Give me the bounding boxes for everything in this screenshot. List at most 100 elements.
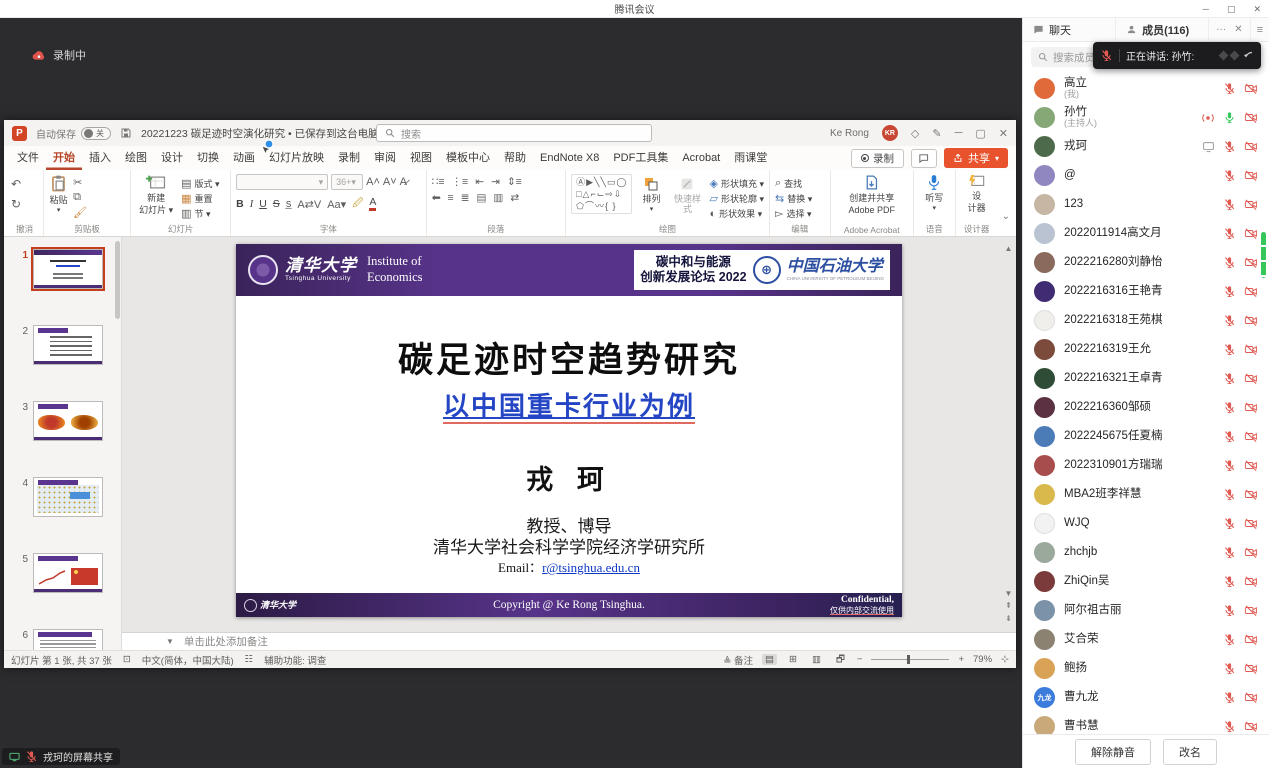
- office-search-input[interactable]: 搜索: [376, 124, 652, 142]
- line-spacing-icon[interactable]: ⇕≡: [507, 176, 522, 188]
- scroll-up-icon[interactable]: ▲: [1005, 243, 1013, 256]
- thumbnail-preview[interactable]: [33, 249, 103, 289]
- comments-button[interactable]: [911, 149, 937, 168]
- slide-thumbnail[interactable]: 5: [16, 553, 121, 593]
- camera-off-icon[interactable]: [1244, 459, 1258, 472]
- mic-muted-icon[interactable]: [1223, 546, 1236, 559]
- email-link[interactable]: r@tsinghua.edu.cn: [542, 560, 640, 575]
- member-row[interactable]: ZhiQin吴: [1023, 567, 1269, 596]
- ribbon-tab[interactable]: 设计: [154, 146, 190, 170]
- mic-muted-icon[interactable]: [1223, 662, 1236, 675]
- thumbnail-scrollbar[interactable]: [115, 241, 120, 319]
- reset-button[interactable]: ▦重置: [181, 192, 219, 205]
- redo-icon[interactable]: ↻: [11, 197, 21, 211]
- member-row[interactable]: 曹书慧: [1023, 712, 1269, 734]
- member-row[interactable]: 高立(我): [1023, 74, 1269, 103]
- ribbon-tab[interactable]: 模板中心: [439, 146, 497, 170]
- mic-muted-icon[interactable]: [1223, 401, 1236, 414]
- mic-muted-icon[interactable]: [1223, 691, 1236, 704]
- slide-canvas[interactable]: 清华大学 Tsinghua University Institute of Ec…: [236, 244, 902, 617]
- mic-muted-icon[interactable]: [1223, 430, 1236, 443]
- ribbon-tab[interactable]: 动画: [226, 146, 262, 170]
- cloud-recording-icon[interactable]: [1201, 112, 1215, 124]
- camera-off-icon[interactable]: [1244, 662, 1258, 675]
- fit-slide-icon[interactable]: ⊹: [1001, 654, 1009, 665]
- member-row[interactable]: 2022310901方瑞瑞: [1023, 451, 1269, 480]
- font-size-select[interactable]: 36+ ▾: [331, 174, 363, 190]
- scroll-down-icon[interactable]: ▼: [1005, 588, 1013, 601]
- ribbon-tab[interactable]: 审阅: [367, 146, 403, 170]
- font-color-icon[interactable]: A: [369, 197, 376, 211]
- restore-icon[interactable]: ▢: [1227, 4, 1236, 15]
- font-name-select[interactable]: ▾: [236, 174, 328, 190]
- member-row[interactable]: @: [1023, 161, 1269, 190]
- mic-muted-icon[interactable]: [1223, 314, 1236, 327]
- slideshow-icon[interactable]: 🗗: [833, 652, 848, 668]
- member-row[interactable]: 2022011914高文月: [1023, 219, 1269, 248]
- share-button[interactable]: 共享 ▾: [944, 148, 1008, 168]
- numbering-icon[interactable]: ⋮≡: [452, 176, 469, 188]
- screen-share-badge[interactable]: 戎珂的屏幕共享: [2, 748, 120, 765]
- camera-off-icon[interactable]: [1244, 517, 1258, 530]
- member-row[interactable]: 2022245675任夏楠: [1023, 422, 1269, 451]
- find-button[interactable]: ⌕查找: [775, 177, 812, 190]
- camera-off-icon[interactable]: [1244, 720, 1258, 733]
- camera-off-icon[interactable]: [1244, 401, 1258, 414]
- change-case-icon[interactable]: Aa▾: [327, 198, 346, 211]
- accessibility-status[interactable]: 辅助功能: 调查: [264, 653, 326, 667]
- align-right-icon[interactable]: ≣: [461, 192, 470, 204]
- paste-button[interactable]: 粘贴▾: [49, 174, 68, 215]
- sharing-screen-icon[interactable]: [1202, 141, 1215, 153]
- camera-off-icon[interactable]: [1244, 82, 1258, 95]
- camera-off-icon[interactable]: [1244, 430, 1258, 443]
- thumbnail-preview[interactable]: [33, 553, 103, 593]
- strikethrough-icon[interactable]: S: [273, 198, 280, 210]
- member-row[interactable]: 鲍扬: [1023, 654, 1269, 683]
- display-settings-icon[interactable]: ⊡: [123, 654, 131, 665]
- camera-off-icon[interactable]: [1244, 488, 1258, 501]
- record-button[interactable]: 录制: [851, 149, 904, 168]
- member-row[interactable]: 戎珂: [1023, 132, 1269, 161]
- camera-off-icon[interactable]: [1244, 372, 1258, 385]
- camera-off-icon[interactable]: [1244, 198, 1258, 211]
- slide-thumbnail[interactable]: 6: [16, 629, 121, 650]
- ribbon-tab[interactable]: 插入: [82, 146, 118, 170]
- autosave-toggle[interactable]: 自动保存 关: [36, 126, 111, 141]
- pen-mode-icon[interactable]: ✎: [932, 127, 941, 140]
- member-row[interactable]: 阿尔祖古丽: [1023, 596, 1269, 625]
- slide-thumbnail[interactable]: 3: [16, 401, 121, 441]
- new-slide-button[interactable]: 新建 幻灯片 ▾: [136, 174, 176, 216]
- camera-off-icon[interactable]: [1244, 140, 1258, 153]
- member-row[interactable]: 123: [1023, 190, 1269, 219]
- ribbon-tab[interactable]: 开始: [46, 146, 82, 170]
- tab-members[interactable]: 成员(116): [1116, 18, 1209, 41]
- mic-muted-icon[interactable]: [1223, 372, 1236, 385]
- layout-icon-2[interactable]: [1230, 51, 1240, 61]
- slide-thumbnail[interactable]: 1: [16, 249, 121, 289]
- thumbnail-preview[interactable]: [33, 401, 103, 441]
- camera-off-icon[interactable]: [1244, 285, 1258, 298]
- indent-icon[interactable]: ⇥: [491, 176, 500, 188]
- member-row[interactable]: 2022216360邹硕: [1023, 393, 1269, 422]
- gem-icon[interactable]: ◇: [911, 127, 919, 140]
- mic-muted-icon[interactable]: [1223, 198, 1236, 211]
- unmute-button[interactable]: 解除静音: [1075, 739, 1151, 765]
- member-row[interactable]: 2022216316王艳青: [1023, 277, 1269, 306]
- save-icon[interactable]: [120, 127, 132, 139]
- notes-collapse-icon[interactable]: ▼: [166, 637, 174, 646]
- camera-off-icon[interactable]: [1244, 111, 1258, 124]
- camera-off-icon[interactable]: [1244, 169, 1258, 182]
- justify-icon[interactable]: ▤: [477, 192, 487, 204]
- align-left-icon[interactable]: ⬅̶: [432, 192, 441, 204]
- designer-button[interactable]: 设 计器: [968, 174, 986, 214]
- zoom-out-icon[interactable]: −: [857, 654, 863, 665]
- camera-off-icon[interactable]: [1244, 575, 1258, 588]
- camera-off-icon[interactable]: [1244, 227, 1258, 240]
- member-row[interactable]: 九龙曹九龙: [1023, 683, 1269, 712]
- more-options-icon[interactable]: ···: [1216, 24, 1226, 35]
- copy-icon[interactable]: ⧉: [73, 191, 87, 204]
- thumbnail-preview[interactable]: [33, 325, 103, 365]
- mic-muted-icon[interactable]: [1223, 575, 1236, 588]
- clear-format-icon[interactable]: A̷: [400, 176, 407, 188]
- ppt-minimize-icon[interactable]: ─: [955, 127, 963, 139]
